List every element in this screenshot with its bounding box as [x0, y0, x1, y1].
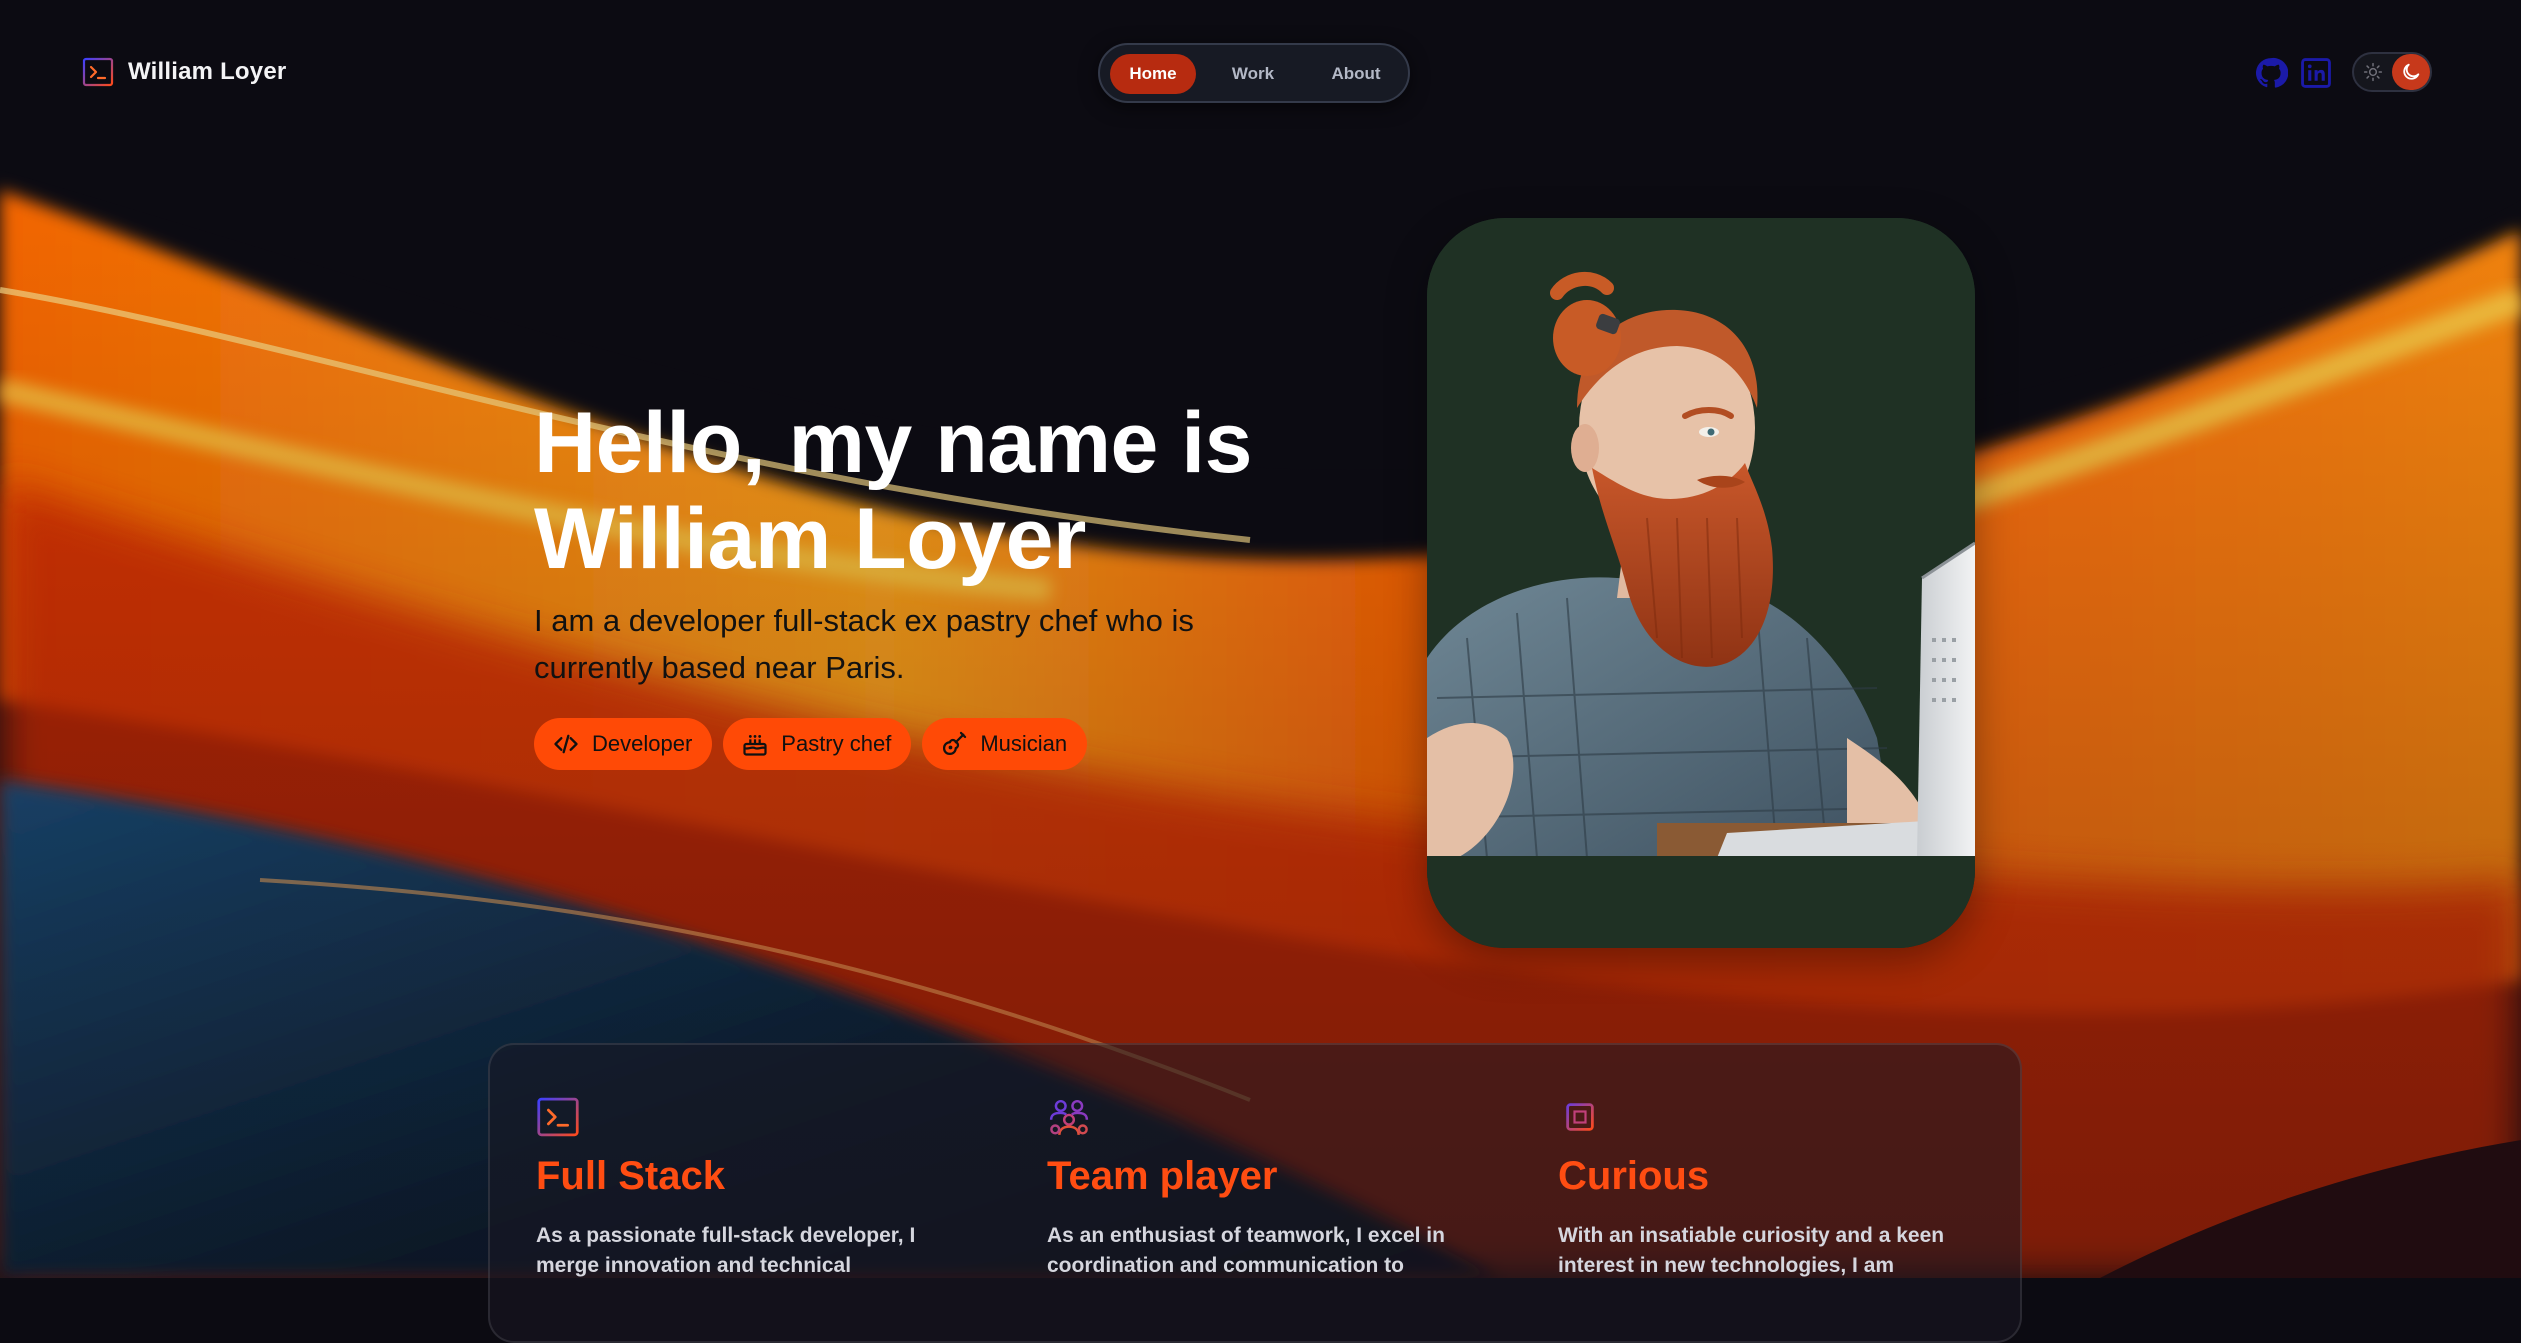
- theme-toggle[interactable]: [2352, 52, 2432, 92]
- hero-subtitle: I am a developer full-stack ex pastry ch…: [534, 603, 1194, 685]
- tag-musician: Musician: [922, 718, 1088, 770]
- guitar-icon: [943, 731, 967, 756]
- portrait-illustration: [1427, 218, 1975, 948]
- nav-home[interactable]: Home: [1110, 54, 1196, 94]
- feature-text: As an enthusiast of teamwork, I excel in…: [1047, 1224, 1445, 1277]
- terminal-icon: [537, 1097, 579, 1137]
- features-panel: Full Stack As a passionate full-stack de…: [488, 1043, 2022, 1343]
- tag-pastry-chef: Pastry chef: [723, 718, 912, 770]
- main-nav: Home Work About: [1098, 43, 1410, 103]
- team-icon: [1049, 1099, 1089, 1135]
- nav-work[interactable]: Work: [1216, 54, 1290, 94]
- feature-text: As a passionate full-stack developer, I …: [536, 1224, 916, 1277]
- feature-title: Full Stack: [536, 1154, 725, 1198]
- feature-curious: Curious With an insatiable curiosity and…: [1558, 1095, 1988, 1281]
- hero-title-line-2: William Loyer: [534, 491, 1086, 587]
- code-icon: [554, 734, 578, 754]
- hero-title: Hello, my name is William Loyer: [534, 395, 1294, 587]
- feature-team-player: Team player As an enthusiast of teamwork…: [1047, 1095, 1477, 1281]
- theme-toggle-knob[interactable]: [2392, 54, 2430, 90]
- moon-icon: [2403, 63, 2420, 80]
- feature-title: Team player: [1047, 1154, 1278, 1198]
- tag-label: Pastry chef: [781, 731, 892, 756]
- hero-tags: Developer Pastry chef Musician: [534, 718, 1088, 770]
- brand-name: William Loyer: [128, 58, 287, 85]
- portrait-card: [1427, 218, 1975, 948]
- feature-full-stack: Full Stack As a passionate full-stack de…: [536, 1095, 966, 1281]
- hero-title-line-1: Hello, my name is: [534, 395, 1253, 491]
- chip-icon: [1560, 1097, 1600, 1137]
- github-icon[interactable]: [2254, 56, 2288, 90]
- cake-icon: [743, 735, 767, 756]
- site-header: William Loyer Home Work About: [0, 0, 2521, 146]
- tag-label: Musician: [980, 731, 1068, 756]
- feature-text: With an insatiable curiosity and a keen …: [1558, 1224, 1945, 1277]
- feature-title: Curious: [1558, 1154, 1710, 1198]
- tag-developer: Developer: [534, 718, 713, 770]
- brand-logo-link[interactable]: William Loyer: [82, 56, 286, 88]
- nav-about[interactable]: About: [1314, 54, 1398, 94]
- sun-icon[interactable]: [2363, 62, 2383, 82]
- terminal-icon: [82, 57, 114, 87]
- tag-label: Developer: [592, 731, 693, 756]
- linkedin-icon[interactable]: [2299, 56, 2333, 90]
